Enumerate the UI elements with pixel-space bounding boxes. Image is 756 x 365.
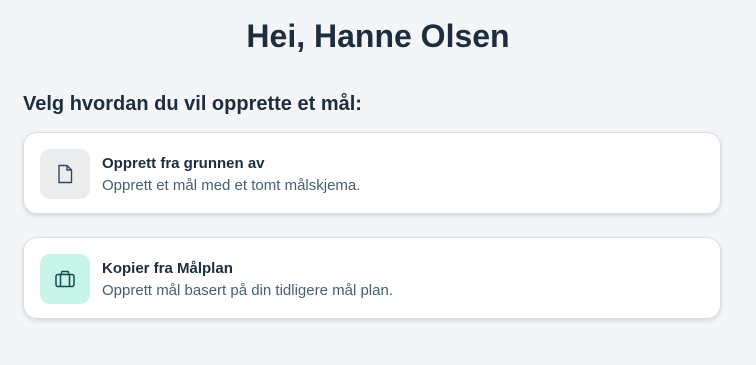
section-heading: Velg hvordan du vil opprette et mål: (23, 93, 362, 115)
briefcase-icon-container (40, 254, 90, 304)
document-icon (58, 164, 73, 184)
option-description: Opprett et mål med et tomt målskjema. (102, 177, 361, 194)
document-icon-container (40, 149, 90, 199)
option-copy-from-plan[interactable]: Kopier fra Målplan Opprett mål basert på… (23, 237, 721, 319)
briefcase-icon (55, 270, 75, 288)
page-title: Hei, Hanne Olsen (246, 18, 510, 54)
option-title: Opprett fra grunnen av (102, 155, 265, 172)
option-create-from-scratch[interactable]: Opprett fra grunnen av Opprett et mål me… (23, 132, 721, 214)
option-description: Opprett mål basert på din tidligere mål … (102, 282, 393, 299)
option-title: Kopier fra Målplan (102, 260, 233, 277)
